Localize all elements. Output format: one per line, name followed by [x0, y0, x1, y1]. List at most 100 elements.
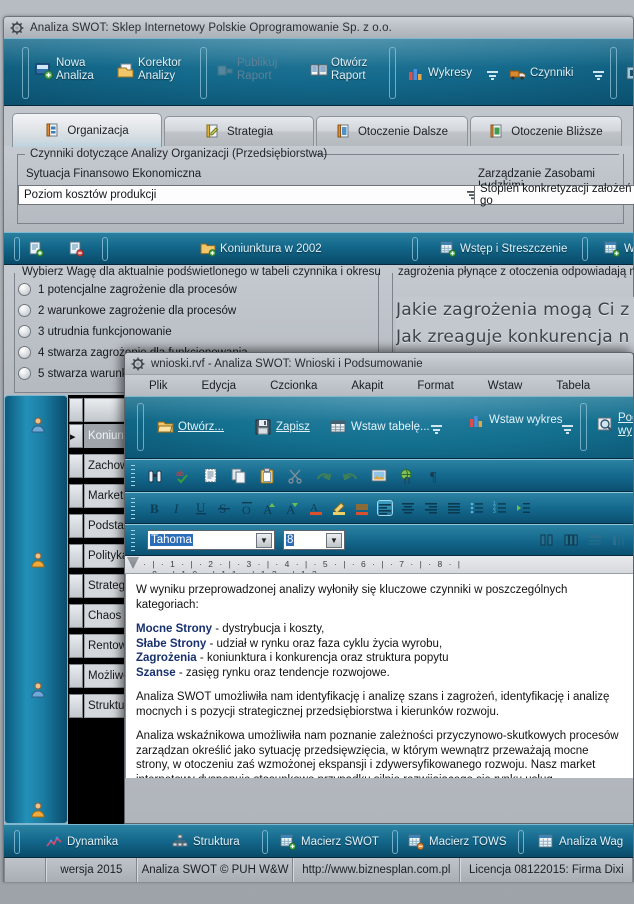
row-header-cell[interactable] — [69, 694, 83, 718]
tab-organizacja[interactable]: Organizacja — [12, 113, 162, 147]
bottom-button-macierz-swot[interactable]: Macierz SWOT — [280, 834, 379, 850]
editor-button-wstaw-wykres[interactable]: Wstaw wykres — [468, 412, 562, 428]
duplicate-icon[interactable] — [231, 468, 247, 484]
document-canvas[interactable]: W wyniku przeprowadzonej analizy wyłonił… — [125, 574, 633, 778]
tab-strategia[interactable]: Strategia — [164, 116, 314, 146]
ribbon-button-overflow[interactable] — [625, 65, 633, 81]
number-list-icon[interactable]: 123 — [492, 500, 508, 516]
paste-clipboard-icon[interactable] — [259, 468, 275, 484]
menu-item-format[interactable]: Format — [407, 380, 463, 392]
undo-arrow-icon[interactable] — [343, 468, 359, 484]
copy-page-icon[interactable] — [203, 468, 219, 484]
font-name-combo[interactable]: Tahoma ▼ — [147, 530, 275, 550]
ribbon-button-korektor-analizy[interactable]: Korektor Analizy — [117, 57, 181, 83]
menu-item-wstaw[interactable]: Wstaw — [478, 380, 533, 392]
table-insert-column-icon[interactable] — [611, 532, 627, 548]
weight-option-3[interactable]: 3 utrudnia funkcjonowanie — [18, 325, 172, 338]
toolbar-grip-handle[interactable] — [131, 465, 135, 487]
bold-icon[interactable]: B — [147, 500, 163, 516]
row-header-cell[interactable] — [69, 454, 83, 478]
align-right-icon[interactable] — [423, 500, 439, 516]
ribbon-button-otworz-raport[interactable]: Otwórz Raport — [310, 57, 367, 83]
weight-option-1[interactable]: 1 potencjalne zagrożenie dla procesów — [18, 283, 237, 296]
highlight-icon[interactable] — [331, 500, 347, 516]
table-merge-cells-icon[interactable] — [539, 532, 555, 548]
wstaw-wykres-dropdown-icon[interactable] — [562, 423, 573, 434]
tab-otoczenie-dalsze[interactable]: Otoczenie Dalsze — [316, 116, 468, 146]
editor-button-wstaw-tabele[interactable]: Wstaw tabelę... — [330, 419, 430, 435]
paragraph-mark-icon[interactable]: ¶ — [427, 468, 443, 484]
strikethrough-icon[interactable]: S — [216, 500, 232, 516]
insert-image-icon[interactable] — [371, 468, 387, 484]
weight-option-5[interactable]: 5 stwarza warunki — [18, 367, 130, 380]
editor-ruler[interactable]: ·|·1·|·2·|·3·|·4·|·5·|·6·|·7·|·8·|·9·|10… — [125, 556, 633, 574]
tab-otoczenie-blizsze[interactable]: Otoczenie Bliższe — [470, 116, 622, 146]
bottom-button-struktura[interactable]: Struktura — [172, 834, 240, 850]
indent-icon[interactable] — [515, 500, 531, 516]
align-left-icon[interactable] — [377, 500, 393, 516]
font-color-icon[interactable]: A — [308, 500, 324, 516]
justify-icon[interactable] — [446, 500, 462, 516]
combo-zarzadzanie-zasobami-ludzkimi[interactable]: Stopień konkretyzacji założeń go — [474, 185, 634, 205]
redo-arrow-icon[interactable] — [315, 468, 331, 484]
table-insert-row-icon[interactable] — [587, 532, 603, 548]
wykresy-dropdown-icon[interactable] — [487, 69, 498, 80]
menu-item-czcionka[interactable]: Czcionka — [260, 380, 327, 392]
ribbon-button-czynniki[interactable]: Czynniki — [509, 65, 573, 81]
grow-font-icon[interactable]: A — [262, 500, 278, 516]
toolbar-grip-handle-2[interactable] — [131, 498, 135, 520]
row-header-cell[interactable] — [69, 514, 83, 538]
czynniki-dropdown-icon[interactable] — [593, 69, 604, 80]
bullet-list-icon[interactable] — [469, 500, 485, 516]
bottom-button-dynamika[interactable]: Dynamika — [46, 834, 118, 850]
font-size-combo[interactable]: 8 ▼ — [283, 530, 345, 550]
underline-icon[interactable]: U — [193, 500, 209, 516]
row-header-cell[interactable] — [69, 664, 83, 688]
ribbon2-button-add-document[interactable] — [28, 241, 44, 257]
bottom-button-analiza-wag[interactable]: Analiza Wag — [538, 834, 623, 850]
chevron-down-icon[interactable]: ▼ — [326, 533, 342, 548]
ruler-indent-marker[interactable] — [127, 557, 139, 569]
menu-item-edycja[interactable]: Edycja — [192, 380, 247, 392]
menu-item-tabela[interactable]: Tabela — [546, 380, 600, 392]
combo-sytuacja-finansowo-ekonomiczna[interactable]: Poziom kosztów produkcji — [18, 185, 484, 205]
chevron-down-icon[interactable]: ▼ — [256, 533, 272, 548]
menu-item-akapit[interactable]: Akapit — [341, 380, 393, 392]
ribbon-button-publikuj-raport[interactable]: Publikuj Raport — [216, 57, 277, 83]
wstaw-tabele-dropdown-icon[interactable] — [431, 423, 442, 434]
row-header-cell[interactable] — [69, 604, 83, 628]
editor-button-otworz[interactable]: Otwórz... — [157, 419, 224, 435]
radio-icon[interactable] — [18, 283, 31, 296]
row-header-cell[interactable] — [69, 574, 83, 598]
background-color-icon[interactable] — [354, 500, 370, 516]
radio-icon[interactable] — [18, 325, 31, 338]
cut-scissors-icon[interactable] — [287, 468, 303, 484]
editor-button-zapisz[interactable]: Zapisz — [255, 419, 310, 435]
row-header-cell[interactable] — [69, 484, 83, 508]
hyperlink-globe-icon[interactable] — [399, 468, 415, 484]
radio-icon[interactable] — [18, 304, 31, 317]
radio-icon[interactable] — [18, 346, 31, 359]
ribbon-button-wykresy[interactable]: Wykresy — [407, 65, 472, 81]
row-header-cell[interactable] — [69, 544, 83, 568]
overline-icon[interactable]: O — [239, 500, 255, 516]
menu-item-plik[interactable]: Plik — [139, 380, 178, 392]
align-center-icon[interactable] — [400, 500, 416, 516]
table-split-cells-icon[interactable] — [563, 532, 579, 548]
shrink-font-icon[interactable]: A — [285, 500, 301, 516]
ribbon2-button-remove-document[interactable] — [68, 241, 84, 257]
ribbon2-button-koniunktura[interactable]: Koniunktura w 2002 — [200, 241, 322, 257]
italic-icon[interactable]: I — [170, 500, 186, 516]
weight-option-2[interactable]: 2 warunkowe zagrożenie dla procesów — [18, 304, 236, 317]
bottom-button-macierz-tows[interactable]: Macierz TOWS — [408, 834, 507, 850]
spellcheck-icon[interactable]: ab — [175, 468, 191, 484]
ribbon2-button-wstep-i-streszczenie[interactable]: Wstęp i Streszczenie — [440, 241, 567, 257]
statusbar-cell-website[interactable]: http://www.biznesplan.com.pl — [293, 858, 459, 882]
row-header-cell[interactable] — [69, 634, 83, 658]
ribbon-button-nowa-analiza[interactable]: Nowa Analiza — [35, 57, 94, 83]
ribbon2-button-wnioski[interactable]: Wn — [604, 241, 633, 257]
editor-button-podglad-wydruku[interactable]: Pod wy — [597, 412, 633, 438]
radio-icon[interactable] — [18, 367, 31, 380]
find-binoculars-icon[interactable] — [147, 468, 163, 484]
toolbar-grip-handle-3[interactable] — [131, 530, 135, 552]
